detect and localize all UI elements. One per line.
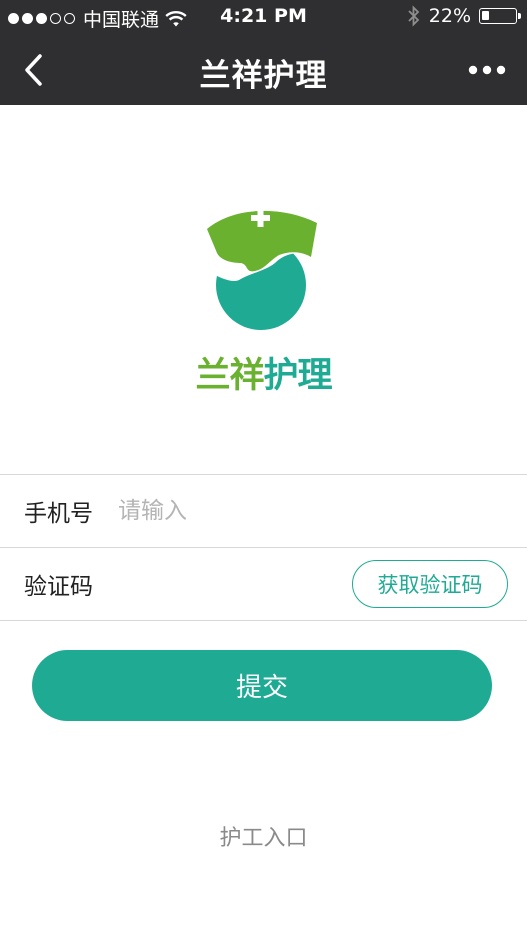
login-screen: 中国联通 4:21 PM 22% 兰祥护理 兰祥护理 手机号 请输入 验证码 获… bbox=[0, 0, 527, 931]
battery-nub bbox=[518, 13, 521, 19]
brand-wordmark-part2: 护理 bbox=[263, 356, 333, 396]
battery-fill bbox=[482, 11, 489, 20]
status-bar: 中国联通 4:21 PM 22% bbox=[0, 0, 527, 34]
phone-input[interactable] bbox=[118, 498, 418, 524]
battery-icon bbox=[479, 8, 521, 24]
submit-button[interactable]: 提交 bbox=[32, 650, 492, 721]
nav-bar: 兰祥护理 bbox=[0, 34, 527, 105]
status-right: 22% bbox=[407, 5, 521, 27]
code-row: 验证码 获取验证码 bbox=[0, 547, 527, 621]
phone-label: 手机号 bbox=[24, 501, 93, 527]
phone-row: 手机号 bbox=[0, 474, 527, 547]
worker-entry-link[interactable]: 护工入口 bbox=[0, 820, 527, 852]
battery-percent: 22% bbox=[428, 5, 471, 27]
brand-wordmark: 兰祥护理 bbox=[0, 347, 527, 398]
code-label: 验证码 bbox=[24, 574, 93, 600]
more-button[interactable] bbox=[467, 60, 507, 80]
bluetooth-icon bbox=[408, 5, 420, 27]
get-code-button[interactable]: 获取验证码 bbox=[352, 560, 508, 608]
page-title: 兰祥护理 bbox=[199, 58, 328, 94]
brand-wordmark-part1: 兰祥 bbox=[195, 356, 264, 396]
more-dots-icon bbox=[468, 65, 506, 75]
